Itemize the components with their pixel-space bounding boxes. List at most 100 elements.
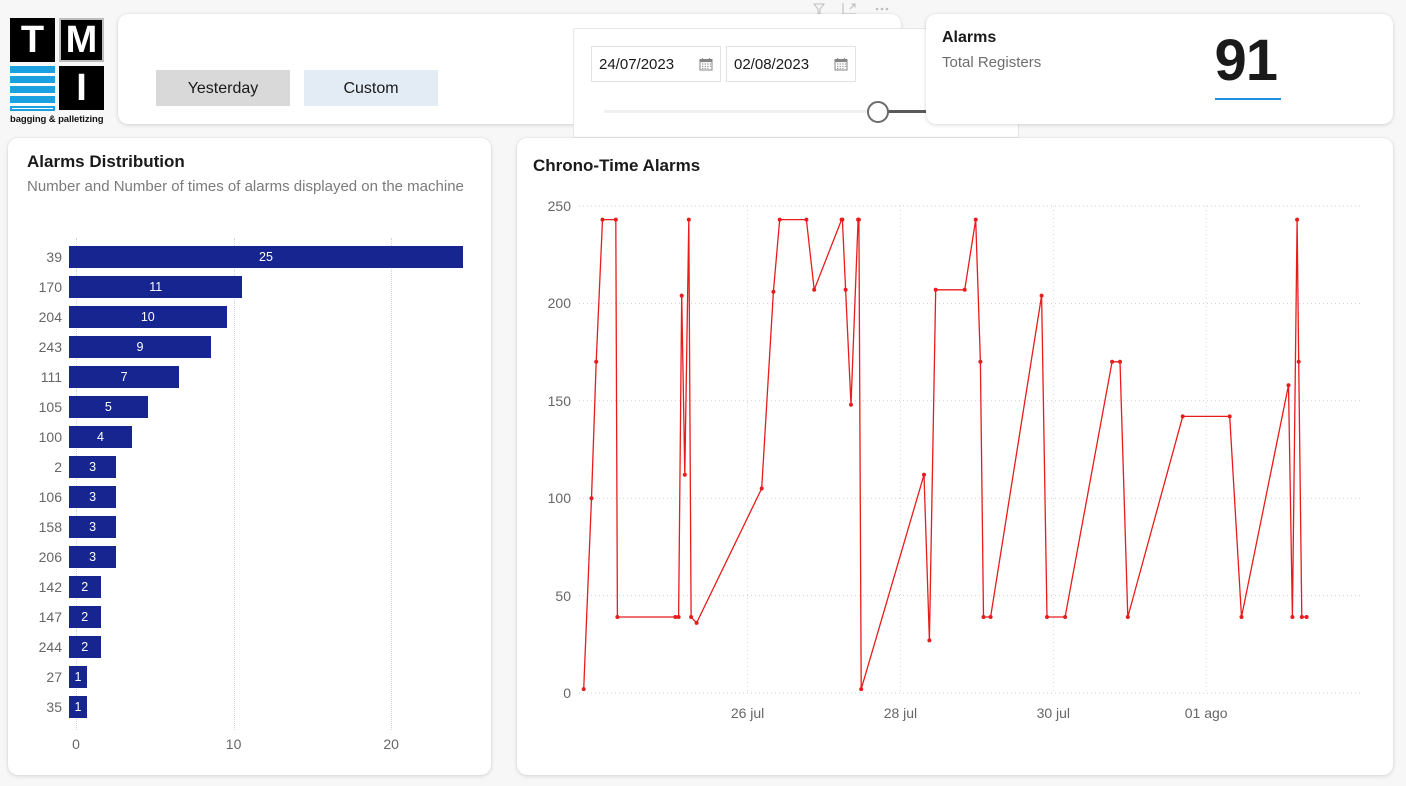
bar-fill[interactable]: 3: [69, 516, 117, 538]
line-data-point[interactable]: [922, 472, 926, 477]
line-data-point[interactable]: [689, 615, 694, 619]
bar-fill[interactable]: 1: [69, 696, 87, 718]
bar-row[interactable]: 204 10: [27, 306, 227, 328]
line-data-point[interactable]: [777, 217, 782, 222]
bar-row[interactable]: 39 25: [27, 246, 463, 268]
bar-row[interactable]: 170 11: [27, 276, 243, 298]
line-data-point[interactable]: [1045, 615, 1049, 619]
bar-value-label: 2: [81, 640, 89, 654]
line-data-point[interactable]: [679, 293, 684, 298]
line-data-point[interactable]: [1296, 359, 1301, 364]
line-data-point[interactable]: [962, 287, 967, 292]
bar-fill[interactable]: 2: [69, 606, 101, 628]
bar-row[interactable]: 23: [27, 456, 117, 478]
bar-category-label: 206: [38, 549, 62, 565]
line-data-point[interactable]: [771, 289, 776, 294]
slider-handle-left[interactable]: [867, 101, 890, 123]
bar-row[interactable]: 35 1: [27, 696, 87, 718]
line-data-point[interactable]: [1118, 359, 1122, 364]
bar-fill[interactable]: 3: [69, 486, 117, 508]
line-data-point[interactable]: [1239, 615, 1244, 619]
bar-row[interactable]: 243 9: [27, 336, 211, 358]
bar-row[interactable]: 100 4: [27, 426, 133, 448]
line-data-point[interactable]: [973, 217, 978, 222]
bar-fill[interactable]: 5: [69, 396, 148, 418]
bar-row[interactable]: 147 2: [27, 606, 101, 628]
line-data-point[interactable]: [1304, 615, 1309, 619]
line-data-point[interactable]: [812, 287, 817, 292]
line-data-point[interactable]: [933, 287, 938, 292]
line-data-point[interactable]: [1125, 615, 1130, 619]
line-data-point[interactable]: [1039, 293, 1044, 298]
bar-fill[interactable]: 9: [69, 336, 211, 358]
bar-fill[interactable]: 2: [69, 576, 101, 598]
bar-fill[interactable]: 1: [69, 666, 87, 688]
logo-bar-1: [10, 66, 55, 73]
preset-range-buttons: Yesterday Custom: [156, 70, 438, 106]
line-data-point[interactable]: [676, 615, 681, 619]
line-chart-plot: 0 50 100 150 200 250 26 jul 28 jul 30 jul 01 ago: [533, 196, 1377, 741]
line-data-point[interactable]: [988, 615, 993, 619]
logo-letter-t: T: [10, 18, 55, 62]
line-data-point[interactable]: [600, 217, 605, 222]
yesterday-button[interactable]: Yesterday: [156, 70, 290, 106]
line-data-point[interactable]: [613, 217, 618, 222]
date-from-field[interactable]: 24/07/2023: [591, 46, 721, 82]
bar-fill[interactable]: 4: [69, 426, 133, 448]
chrono-time-alarms-card: Chrono-Time Alarms 0 50 100 150 200 250 26 jul…: [517, 138, 1393, 775]
bar-row[interactable]: 106 3: [27, 486, 117, 508]
bar-fill[interactable]: 10: [69, 306, 227, 328]
bar-fill[interactable]: 2: [69, 636, 101, 658]
bar-row[interactable]: 105 5: [27, 396, 148, 418]
line-data-point[interactable]: [1227, 414, 1232, 419]
bar-category-label: 2: [54, 459, 62, 475]
bar-fill[interactable]: 25: [69, 246, 463, 268]
line-data-point[interactable]: [1295, 217, 1300, 222]
bar-row[interactable]: 244 2: [27, 636, 101, 658]
bar-fill[interactable]: 11: [69, 276, 243, 298]
line-data-point[interactable]: [594, 359, 599, 364]
bar-category-label: 243: [38, 339, 62, 355]
line-data-point[interactable]: [843, 287, 848, 292]
line-data-point[interactable]: [1286, 383, 1291, 388]
bar-fill[interactable]: 7: [69, 366, 180, 388]
logo-letter-t-glyph: T: [20, 19, 45, 61]
line-data-point[interactable]: [978, 359, 983, 364]
line-data-point[interactable]: [686, 217, 691, 222]
line-data-point[interactable]: [1290, 615, 1295, 619]
line-data-point[interactable]: [682, 472, 687, 477]
line-data-point[interactable]: [849, 402, 853, 407]
line-y-tick-label: 0: [563, 685, 571, 701]
bar-value-label: 5: [104, 400, 112, 414]
date-to-field[interactable]: 02/08/2023: [726, 46, 856, 82]
line-data-point[interactable]: [759, 486, 764, 491]
bar-row[interactable]: 27 1: [27, 666, 87, 688]
line-data-point[interactable]: [694, 620, 699, 625]
kpi-value: 91: [1214, 28, 1278, 93]
line-data-point[interactable]: [927, 638, 932, 643]
bar-category-label: 244: [38, 639, 62, 655]
calendar-icon[interactable]: [834, 57, 848, 71]
line-data-point[interactable]: [856, 217, 861, 222]
line-data-point[interactable]: [615, 615, 620, 619]
line-data-point[interactable]: [804, 217, 809, 222]
line-data-point[interactable]: [1110, 359, 1115, 364]
line-data-point[interactable]: [1180, 414, 1185, 419]
line-data-point[interactable]: [840, 217, 845, 222]
company-logo: T M I bagging & palletizing: [10, 18, 107, 130]
bar-fill[interactable]: 3: [69, 546, 117, 568]
line-data-point[interactable]: [1063, 615, 1068, 619]
bar-fill[interactable]: 3: [69, 456, 117, 478]
custom-button[interactable]: Custom: [304, 70, 438, 106]
line-data-point[interactable]: [859, 687, 864, 692]
line-data-point[interactable]: [981, 615, 986, 619]
line-data-point[interactable]: [1299, 615, 1304, 619]
bar-row[interactable]: 206 3: [27, 546, 117, 568]
bar-row[interactable]: 111 7: [27, 366, 180, 388]
calendar-icon[interactable]: [699, 57, 713, 71]
line-data-point[interactable]: [581, 687, 586, 692]
bar-category-label: 105: [38, 399, 62, 415]
line-data-point[interactable]: [589, 496, 594, 501]
bar-row[interactable]: 142 2: [27, 576, 101, 598]
bar-row[interactable]: 158 3: [27, 516, 117, 538]
